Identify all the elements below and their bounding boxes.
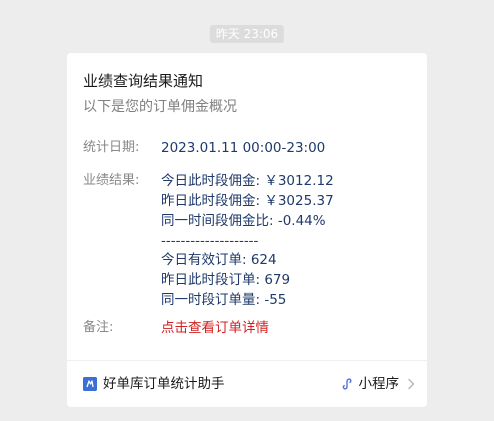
card-subtitle: 以下是您的订单佣金概况 (83, 99, 237, 115)
result-line: 今日有效订单: 624 (161, 252, 277, 268)
card-footer[interactable]: 好单库订单统计助手 小程序 (67, 361, 427, 407)
app-name: 好单库订单统计助手 (103, 376, 225, 392)
app-logo-icon (83, 377, 97, 391)
chevron-right-icon (408, 378, 415, 390)
result-line: 昨日此时段订单: 679 (161, 272, 291, 288)
mini-program-icon (342, 378, 351, 390)
result-line: 今日此时段佣金: ￥3012.12 (161, 173, 334, 189)
order-details-link[interactable]: 点击查看订单详情 (161, 318, 269, 338)
result-separator: -------------------- (161, 233, 259, 249)
result-label: 业绩结果: (83, 173, 140, 188)
result-line: 昨日此时段佣金: ￥3025.37 (161, 193, 334, 209)
remark-label: 备注: (83, 320, 114, 335)
date-value: 2023.01.11 00:00-23:00 (161, 140, 326, 156)
card-title: 业绩查询结果通知 (83, 72, 204, 90)
result-line: 同一时段订单量: -55 (161, 292, 287, 308)
date-label: 统计日期: (83, 140, 140, 155)
notification-card[interactable]: 业绩查询结果通知 以下是您的订单佣金概况 统计日期: 2023.01.11 00… (67, 53, 427, 407)
chat-timestamp: 昨天 23:06 (209, 25, 285, 43)
mini-program-label: 小程序 (358, 376, 400, 392)
mini-program-button[interactable]: 小程序 (341, 374, 416, 394)
result-line: 同一时间段佣金比: -0.44% (161, 213, 326, 229)
